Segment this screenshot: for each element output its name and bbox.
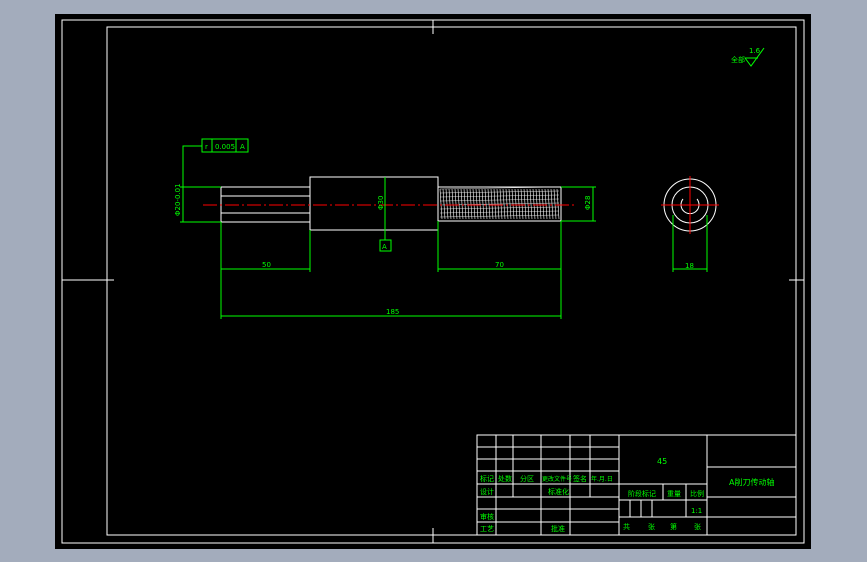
label-review: 审核 — [480, 512, 494, 521]
label-total: 共 — [623, 522, 630, 531]
label-standardize: 标准化 — [548, 487, 569, 496]
tolerance-symbol: r — [205, 143, 208, 151]
label-approve: 批准 — [551, 524, 565, 533]
label-design: 设计 — [480, 487, 494, 496]
datum-label: A — [382, 243, 387, 251]
dim-total-length: 185 — [386, 308, 399, 316]
sheet-background — [55, 14, 811, 549]
dim-end-view-width: 18 — [685, 262, 694, 270]
dim-left-length: 50 — [262, 261, 271, 269]
hdr-signature: 签名 — [573, 474, 587, 483]
dim-left-diameter: Φ20-0.01 — [174, 183, 182, 216]
hdr-count: 处数 — [498, 474, 512, 483]
label-sheets: 张 — [648, 522, 655, 531]
roughness-note: 全部 — [731, 55, 745, 64]
hdr-date: 年.月.日 — [591, 475, 613, 483]
hdr-zone: 分区 — [520, 474, 534, 483]
hdr-change-doc: 更改文件号 — [542, 475, 572, 483]
drawing-sheet: 全部 1.6 r 0.005 A Φ20-0.01 Φ30 Φ28 A 50 7… — [55, 14, 811, 549]
label-stage-mark: 阶段标记 — [628, 489, 656, 498]
dim-mid-diameter: Φ30 — [377, 196, 385, 210]
tolerance-datum: A — [240, 143, 245, 151]
label-weight: 重量 — [667, 490, 681, 498]
label-scale: 比例 — [690, 489, 704, 498]
label-page-unit: 张 — [694, 522, 701, 531]
part-name: A削刀传动轴 — [729, 477, 774, 487]
dim-right-length: 70 — [495, 261, 504, 269]
tolerance-value: 0.005 — [215, 143, 235, 151]
material-value: 45 — [657, 457, 667, 466]
dim-right-diameter: Φ28 — [584, 196, 592, 210]
roughness-value: 1.6 — [749, 47, 761, 55]
scale-value: 1:1 — [691, 507, 702, 515]
label-process: 工艺 — [480, 525, 494, 533]
hdr-mark: 标记 — [480, 474, 494, 483]
label-page: 第 — [670, 522, 677, 531]
